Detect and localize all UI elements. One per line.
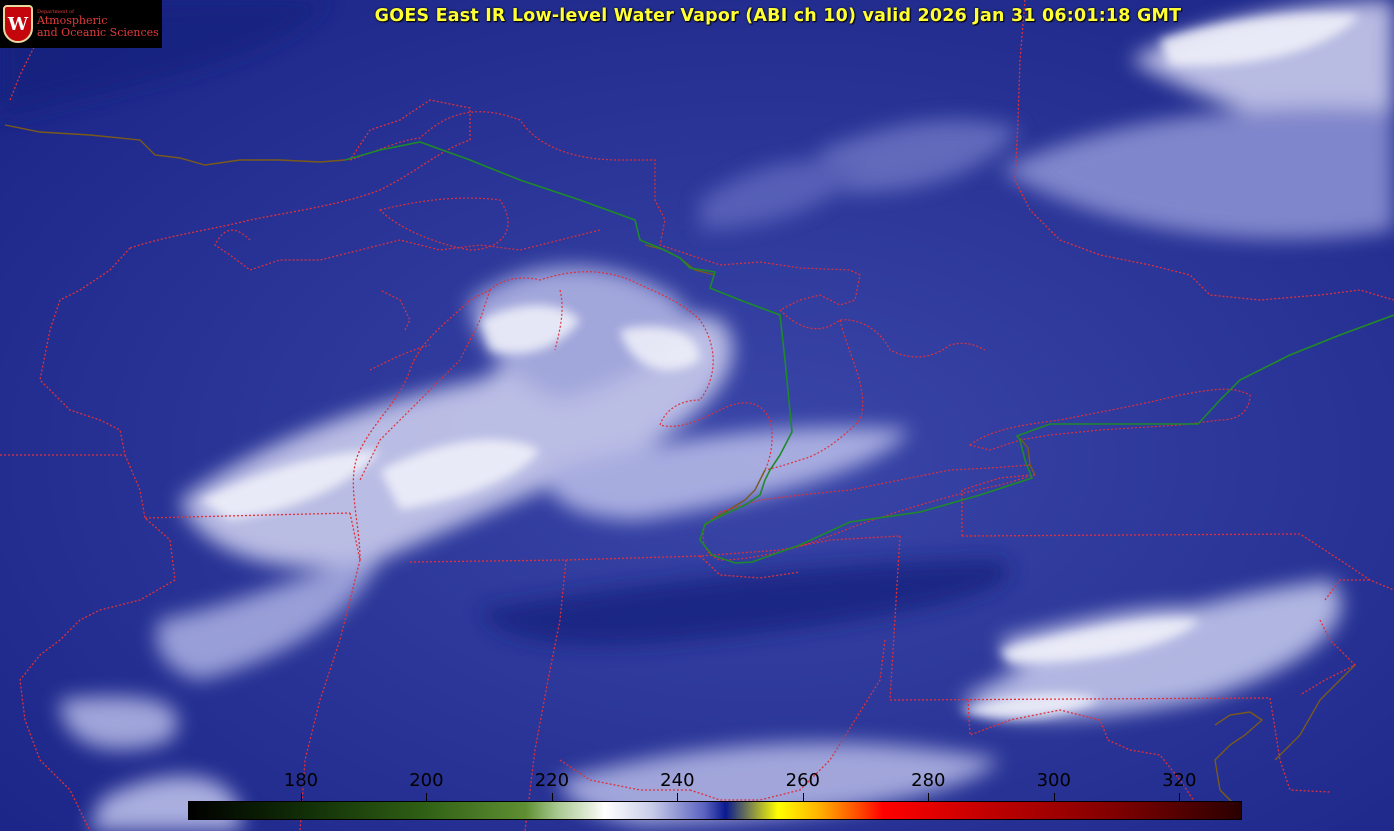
- colorbar-tick-mark: [677, 793, 679, 801]
- colorbar-tick-mark: [551, 793, 553, 801]
- image-title: GOES East IR Low-level Water Vapor (ABI …: [374, 6, 1182, 26]
- water-vapor-satellite-image: [0, 0, 1394, 831]
- colorbar-tick-mark: [426, 793, 428, 801]
- uw-crest-icon: W: [3, 5, 33, 43]
- colorbar-tick-label: 260: [785, 770, 821, 791]
- colorbar-tick-label: 280: [911, 770, 946, 791]
- logo-text: Department of Atmospheric and Oceanic Sc…: [37, 9, 159, 39]
- colorbar-tick-label: 200: [409, 770, 444, 791]
- colorbar-tick-label: 220: [534, 770, 570, 791]
- logo-line-1: Atmospheric: [37, 14, 108, 28]
- logo-line-2: and Oceanic Sciences: [37, 25, 159, 39]
- colorbar-tick-mark: [928, 793, 930, 801]
- colorbar-tick-label: 240: [660, 770, 695, 791]
- colorbar: [188, 801, 1242, 820]
- colorbar-tick-label: 300: [1036, 770, 1071, 791]
- colorbar-tick-label: 320: [1162, 770, 1197, 791]
- colorbar-tick-mark: [802, 793, 804, 801]
- colorbar-tick-mark: [300, 793, 302, 801]
- colorbar-tick-mark: [1053, 793, 1055, 801]
- colorbar-tick-mark: [1179, 793, 1181, 801]
- uw-aos-logo[interactable]: W Department of Atmospheric and Oceanic …: [0, 0, 162, 48]
- colorbar-tick-label: 180: [283, 770, 319, 791]
